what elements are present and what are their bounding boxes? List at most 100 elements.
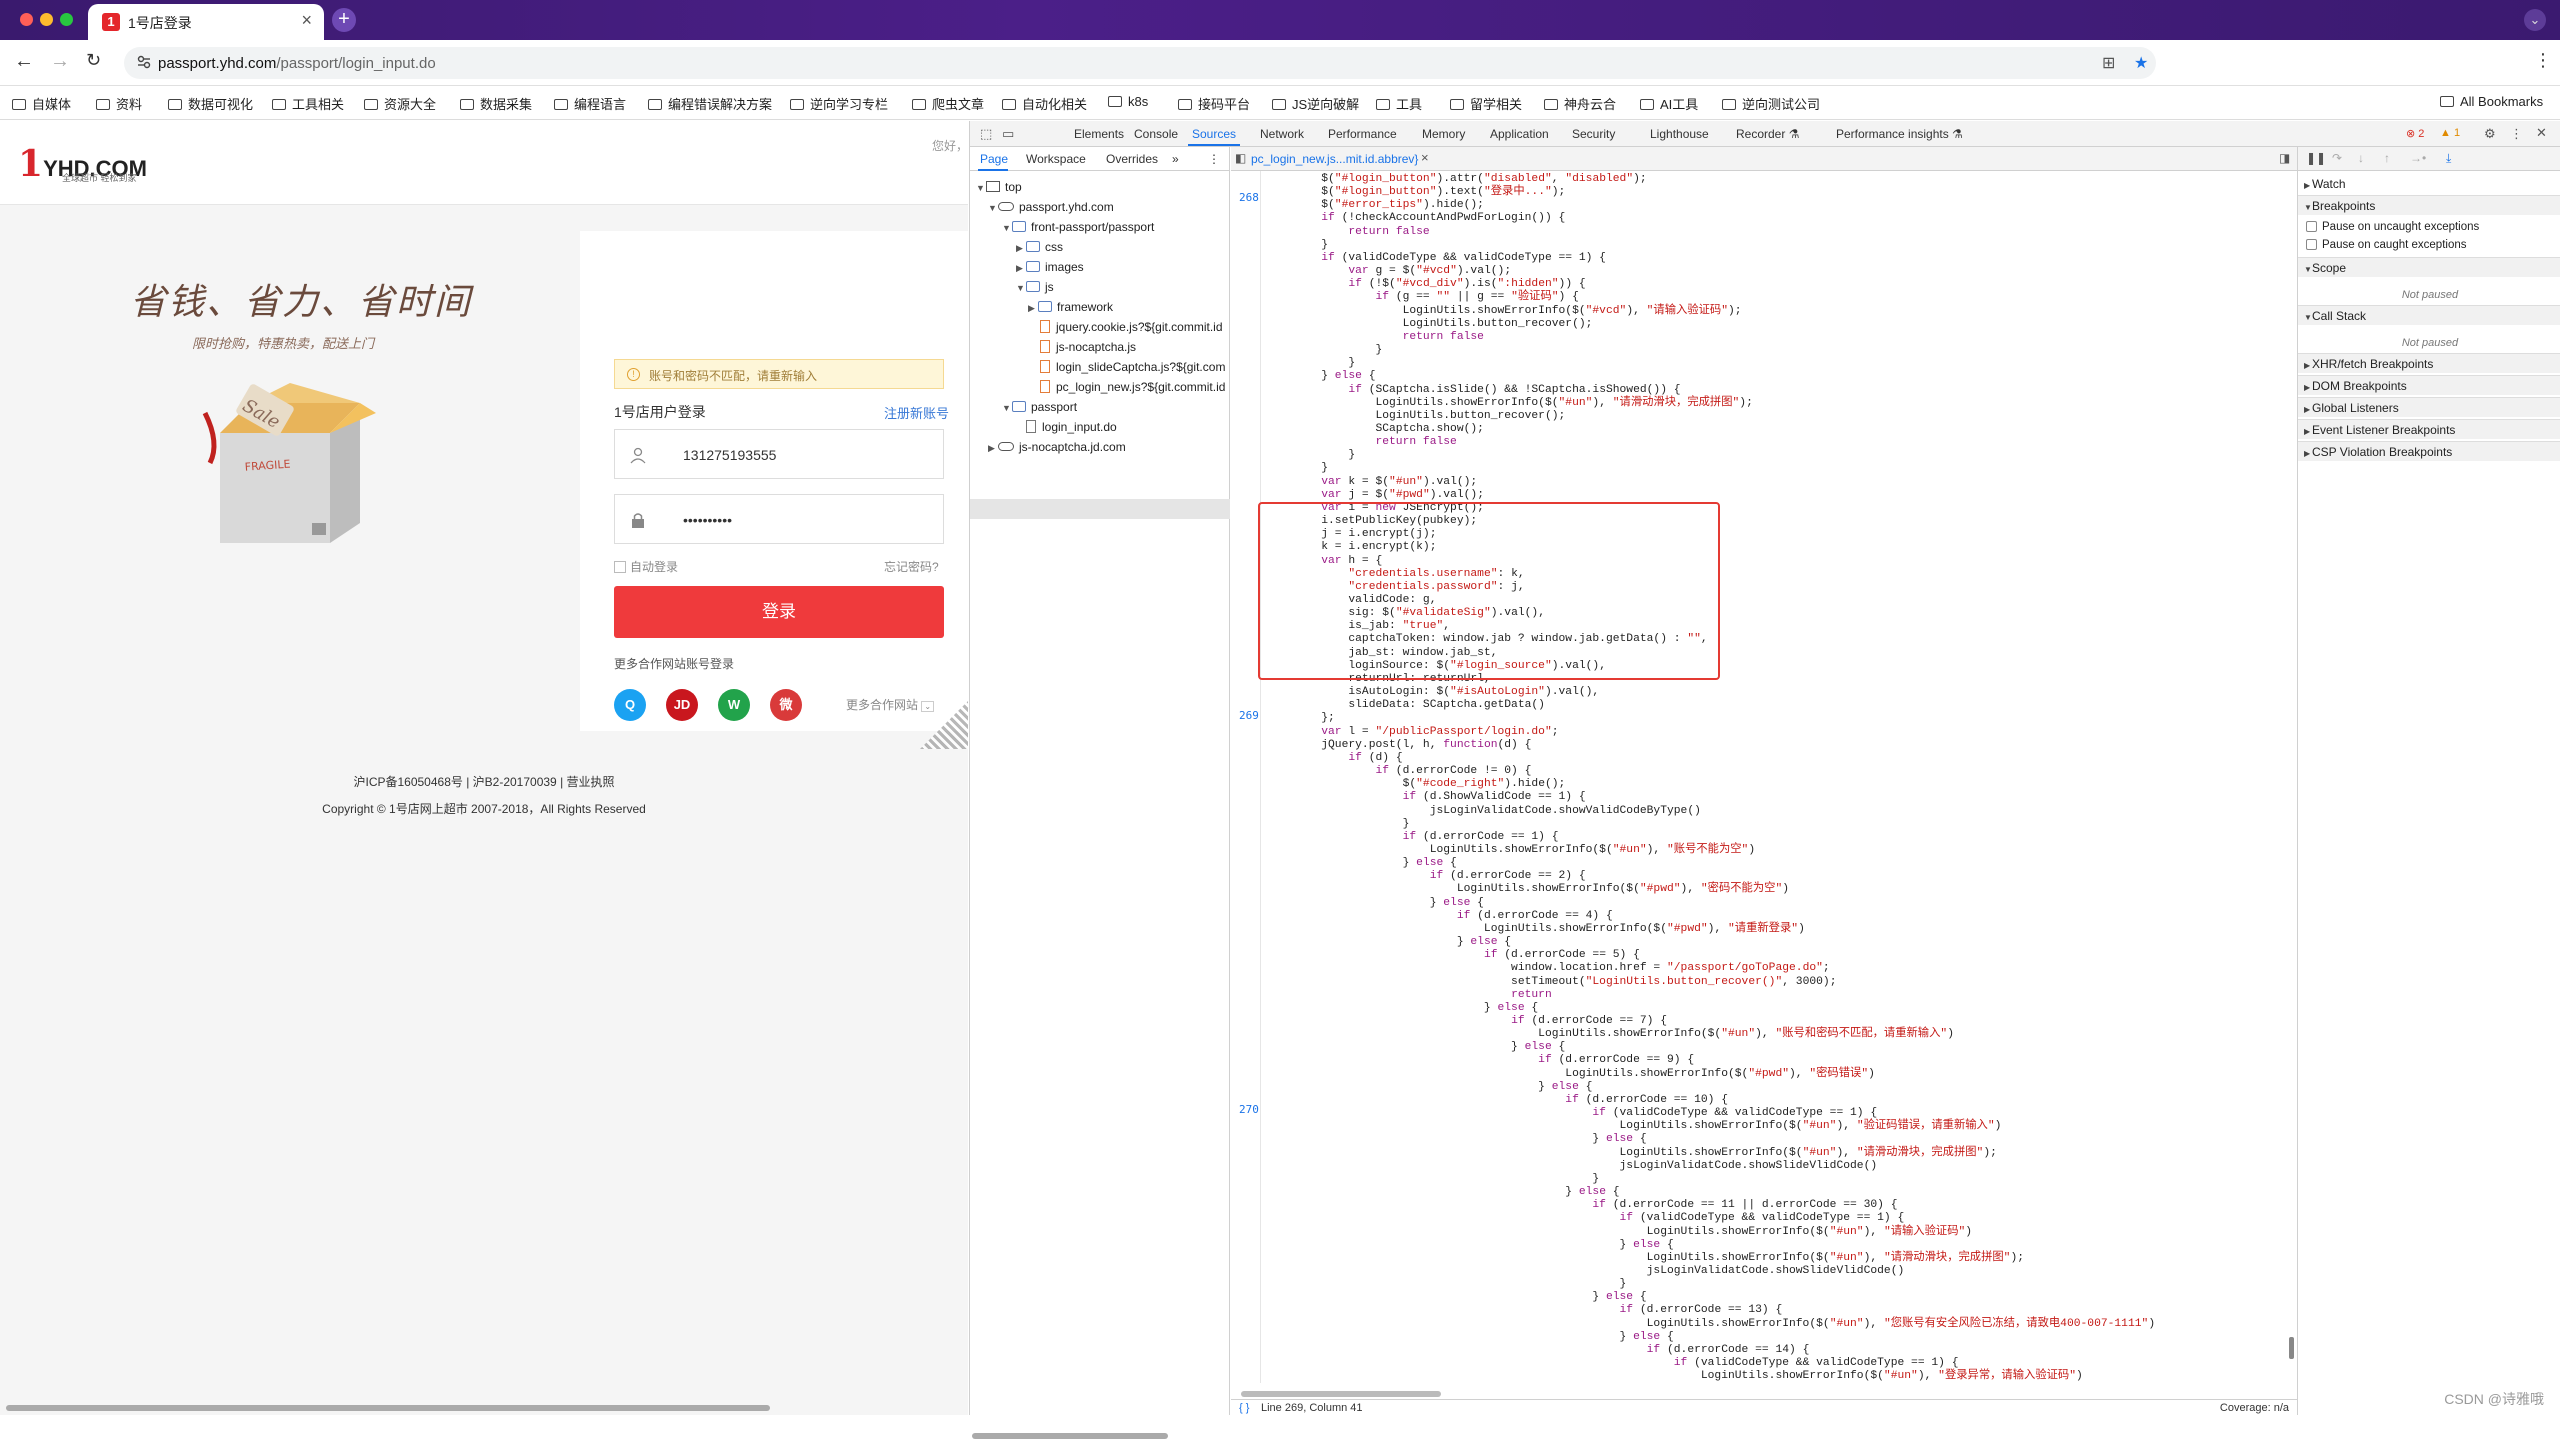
step-over-icon[interactable]: ↷ (2332, 151, 2342, 165)
tab-security[interactable]: Security (1572, 127, 1615, 141)
more-tabs-chevron-icon[interactable]: » (1172, 152, 1179, 166)
csp-breakpoints-section[interactable]: ▶ CSP Violation Breakpoints (2298, 441, 2560, 461)
tab-sources[interactable]: Sources (1192, 127, 1236, 141)
minimize-window-button[interactable] (40, 13, 53, 26)
maximize-window-button[interactable] (60, 13, 73, 26)
warning-badge[interactable]: ▲ 1 (2440, 127, 2460, 139)
close-window-button[interactable] (20, 13, 33, 26)
step-icon[interactable]: →• (2410, 151, 2426, 165)
editor-vertical-scrollbar[interactable] (2289, 1337, 2294, 1359)
more-options-icon[interactable]: ⋮ (2510, 126, 2523, 142)
bookmark-folder[interactable]: 神舟云合 (1544, 94, 1616, 113)
browser-tab[interactable]: 1 1号店登录 × (88, 4, 324, 40)
tab-elements[interactable]: Elements (1074, 127, 1124, 141)
jd-login-icon[interactable]: JD (666, 689, 698, 721)
bookmark-folder[interactable]: 资源大全 (364, 94, 436, 113)
tree-item-folder[interactable]: ▼ js (1016, 280, 1054, 294)
line-number[interactable]: 268 (1239, 191, 1259, 204)
auto-login-checkbox[interactable]: 自动登录 (614, 558, 678, 575)
tab-performance[interactable]: Performance (1328, 127, 1397, 141)
bookmark-folder[interactable]: 自媒体 (12, 94, 71, 113)
bookmark-folder[interactable]: 编程错误解决方案 (648, 94, 772, 113)
error-badge[interactable]: ⊗ 2 (2406, 127, 2424, 140)
weibo-login-icon[interactable]: 微 (770, 689, 802, 721)
tree-item-top[interactable]: ▼ top (976, 180, 1022, 194)
qq-login-icon[interactable]: Q (614, 689, 646, 721)
tab-memory[interactable]: Memory (1422, 127, 1465, 141)
close-devtools-icon[interactable]: ✕ (2536, 125, 2547, 141)
bookmark-folder[interactable]: 数据可视化 (168, 94, 253, 113)
editor-file-tab[interactable]: pc_login_new.js...mit.id.abbrev} (1251, 152, 1418, 166)
toggle-debugger-icon[interactable]: ◨ (2279, 151, 2290, 165)
step-into-icon[interactable]: ↓ (2358, 151, 2364, 165)
tree-item-folder[interactable]: ▶ framework (1028, 300, 1113, 314)
call-stack-section[interactable]: ▼Call Stack (2298, 305, 2560, 325)
bookmark-folder[interactable]: AI工具 (1640, 94, 1698, 113)
pause-uncaught-checkbox[interactable]: Pause on uncaught exceptions (2306, 221, 2479, 233)
bookmark-folder[interactable]: 工具相关 (272, 94, 344, 113)
wechat-login-icon[interactable]: W (718, 689, 750, 721)
bookmark-folder[interactable]: k8s (1108, 94, 1148, 109)
password-field[interactable]: •••••••••• (614, 494, 944, 544)
site-info-icon[interactable] (136, 54, 152, 70)
tree-item-file-selected[interactable]: pc_login_new.js?${git.commit.id (1040, 380, 1225, 394)
pause-caught-checkbox[interactable]: Pause on caught exceptions (2306, 239, 2467, 251)
tab-application[interactable]: Application (1490, 127, 1549, 141)
tab-console[interactable]: Console (1134, 127, 1178, 141)
step-out-icon[interactable]: ↑ (2384, 151, 2390, 165)
inspect-element-icon[interactable]: ⬚ (980, 126, 992, 142)
close-tab-icon[interactable]: × (301, 10, 312, 31)
bookmark-folder[interactable]: 工具 (1376, 94, 1422, 113)
bookmark-folder[interactable]: JS逆向破解 (1272, 94, 1359, 113)
settings-gear-icon[interactable]: ⚙ (2484, 126, 2496, 142)
scope-section[interactable]: ▼Scope (2298, 257, 2560, 277)
pretty-print-icon[interactable]: { } (1239, 1402, 1249, 1414)
bookmark-folder[interactable]: 自动化相关 (1002, 94, 1087, 113)
back-icon[interactable]: ← (14, 50, 34, 73)
bookmark-folder[interactable]: 接码平台 (1178, 94, 1250, 113)
tree-item-domain[interactable]: ▼ passport.yhd.com (988, 200, 1114, 214)
pause-icon[interactable]: ❚❚ (2306, 151, 2326, 165)
dom-breakpoints-section[interactable]: ▶ DOM Breakpoints (2298, 375, 2560, 395)
tab-recorder[interactable]: Recorder ⚗ (1736, 127, 1799, 141)
login-button[interactable]: 登录 (614, 586, 944, 638)
bookmark-star-icon[interactable]: ★ (2134, 53, 2148, 73)
tree-item-file[interactable]: login_input.do (1026, 420, 1117, 434)
deactivate-breakpoints-icon[interactable]: ⤓ (2446, 151, 2451, 166)
tree-item-file[interactable]: jquery.cookie.js?${git.commit.id (1040, 320, 1223, 334)
tree-item-folder[interactable]: ▶ css (1016, 240, 1063, 254)
line-number[interactable]: 269 (1239, 709, 1259, 722)
tab-performance-insights[interactable]: Performance insights ⚗ (1836, 127, 1963, 141)
event-listener-breakpoints-section[interactable]: ▶ Event Listener Breakpoints (2298, 419, 2560, 439)
translate-icon[interactable]: ⊞ (2102, 53, 2115, 73)
navigator-menu-icon[interactable]: ⋮ (1208, 152, 1220, 166)
page-horizontal-scrollbar[interactable] (6, 1405, 770, 1411)
navigator-tab-overrides[interactable]: Overrides (1106, 152, 1158, 166)
tree-item-file[interactable]: js-nocaptcha.js (1040, 340, 1136, 354)
tab-search-icon[interactable]: ⌄ (2524, 9, 2546, 31)
new-tab-button[interactable]: + (332, 8, 356, 32)
tree-item-folder[interactable]: ▶ images (1016, 260, 1084, 274)
bookmark-folder[interactable]: 数据采集 (460, 94, 532, 113)
bookmark-folder[interactable]: 爬虫文章 (912, 94, 984, 113)
editor-horizontal-scrollbar[interactable] (1241, 1391, 1441, 1397)
bookmark-folder[interactable]: 编程语言 (554, 94, 626, 113)
site-logo[interactable]: 1YHD.COM 全球超市 轻松到家 (18, 143, 147, 185)
reload-icon[interactable]: ↻ (86, 50, 101, 71)
username-field[interactable]: 131275193555 (614, 429, 944, 479)
tree-item-folder[interactable]: ▼ front-passport/passport (1002, 220, 1154, 234)
breakpoints-section[interactable]: ▼Breakpoints (2298, 195, 2560, 215)
navigator-tab-workspace[interactable]: Workspace (1026, 152, 1086, 166)
bookmark-folder[interactable]: 逆向学习专栏 (790, 94, 888, 113)
register-link[interactable]: 注册新账号 (884, 403, 949, 422)
bookmark-folder[interactable]: 留学相关 (1450, 94, 1522, 113)
watch-section[interactable]: ▶ Watch (2298, 177, 2560, 191)
more-partner-link[interactable]: 更多合作网站 ⌄ (846, 696, 935, 713)
bookmark-folder[interactable]: 资料 (96, 94, 142, 113)
toggle-navigator-icon[interactable]: ◧ (1235, 151, 1246, 165)
bookmark-folder[interactable]: 逆向测试公司 (1722, 94, 1820, 113)
tab-network[interactable]: Network (1260, 127, 1304, 141)
navigator-tab-page[interactable]: Page (980, 152, 1008, 166)
browser-menu-icon[interactable]: ⋮ (2534, 50, 2552, 71)
tab-lighthouse[interactable]: Lighthouse (1650, 127, 1709, 141)
